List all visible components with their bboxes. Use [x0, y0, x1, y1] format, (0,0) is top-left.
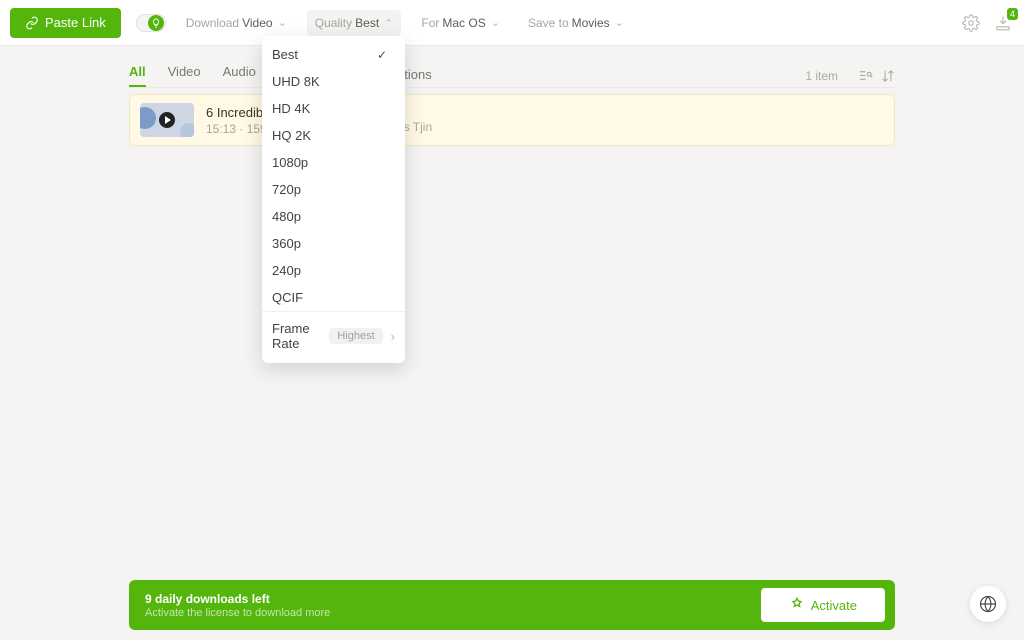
- settings-button[interactable]: [960, 12, 982, 34]
- quality-option-label: QCIF: [272, 290, 303, 305]
- quality-option-480p[interactable]: 480p: [262, 203, 405, 230]
- language-button[interactable]: [970, 586, 1006, 622]
- download-label: Download: [186, 16, 239, 30]
- quality-option-label: HD 4K: [272, 101, 310, 116]
- download-type-dropdown[interactable]: Download Video ⌄: [178, 10, 295, 36]
- tabs-row: All Video Audio Pla 1 item: [129, 64, 895, 88]
- bulb-icon: [148, 15, 164, 31]
- quality-option-label: Best: [272, 47, 298, 62]
- for-value: Mac OS: [442, 16, 485, 30]
- search-list-button[interactable]: [858, 68, 873, 83]
- quality-menu: Best ✓ UHD 8K HD 4K HQ 2K 1080p 720p 480…: [262, 36, 405, 363]
- chevron-up-icon: ⌄: [384, 16, 393, 29]
- auto-download-toggle[interactable]: [136, 14, 166, 32]
- banner-line2: Activate the license to download more: [145, 607, 330, 619]
- quality-value: Best: [355, 16, 379, 30]
- quality-option-hd4k[interactable]: HD 4K: [262, 95, 405, 122]
- quality-option-hq2k[interactable]: HQ 2K: [262, 122, 405, 149]
- frame-rate-submenu[interactable]: Frame Rate Highest ›: [262, 311, 405, 358]
- quality-option-uhd8k[interactable]: UHD 8K: [262, 68, 405, 95]
- gear-icon: [962, 14, 980, 32]
- quality-option-1080p[interactable]: 1080p: [262, 149, 405, 176]
- quality-option-label: 480p: [272, 209, 301, 224]
- video-thumbnail: [140, 103, 194, 137]
- item-count: 1 item: [805, 69, 838, 83]
- top-toolbar: Paste Link Download Video ⌄ Quality Best…: [0, 0, 1024, 46]
- quality-option-360p[interactable]: 360p: [262, 230, 405, 257]
- saveto-dropdown[interactable]: Save to Movies ⌄: [520, 10, 632, 36]
- quality-option-qcif[interactable]: QCIF: [262, 284, 405, 311]
- quality-option-label: 720p: [272, 182, 301, 197]
- search-list-icon: [858, 68, 873, 83]
- clipboard-link-icon: [25, 16, 39, 30]
- quality-option-label: UHD 8K: [272, 74, 320, 89]
- paste-link-label: Paste Link: [45, 15, 106, 30]
- chevron-down-icon: ⌄: [278, 16, 287, 29]
- frame-rate-label: Frame Rate: [272, 321, 321, 351]
- tab-audio[interactable]: Audio: [223, 64, 256, 87]
- activate-icon: [789, 597, 805, 613]
- download-list: 6 Incredible AI 15:13 · 159.4 M: [129, 94, 895, 146]
- tab-video[interactable]: Video: [168, 64, 201, 87]
- main-content: All Video Audio Pla 1 item 6 Incredible …: [0, 46, 1024, 146]
- paste-link-button[interactable]: Paste Link: [10, 8, 121, 38]
- chevron-down-icon: ⌄: [615, 16, 624, 29]
- license-banner: 9 daily downloads left Activate the lice…: [129, 580, 895, 630]
- sort-icon: [881, 69, 895, 83]
- sort-button[interactable]: [881, 69, 895, 83]
- tab-all[interactable]: All: [129, 64, 146, 87]
- quality-option-720p[interactable]: 720p: [262, 176, 405, 203]
- quality-option-label: 1080p: [272, 155, 308, 170]
- quality-option-label: HQ 2K: [272, 128, 311, 143]
- for-label: For: [421, 16, 439, 30]
- list-item[interactable]: 6 Incredible AI 15:13 · 159.4 M: [129, 94, 895, 146]
- saveto-value: Movies: [572, 16, 610, 30]
- activate-label: Activate: [811, 598, 857, 613]
- platform-dropdown[interactable]: For Mac OS ⌄: [413, 10, 508, 36]
- quality-label: Quality: [315, 16, 352, 30]
- queue-button[interactable]: 4: [992, 12, 1014, 34]
- play-icon: [159, 112, 175, 128]
- quality-option-label: 360p: [272, 236, 301, 251]
- activate-button[interactable]: Activate: [761, 588, 885, 622]
- frame-rate-value-chip: Highest: [329, 328, 382, 344]
- queue-count-badge: 4: [1007, 8, 1018, 20]
- check-icon: ✓: [377, 48, 387, 62]
- quality-option-240p[interactable]: 240p: [262, 257, 405, 284]
- quality-option-best[interactable]: Best ✓: [262, 41, 405, 68]
- chevron-right-icon: ›: [391, 329, 395, 344]
- globe-icon: [979, 595, 997, 613]
- quality-option-label: 240p: [272, 263, 301, 278]
- saveto-label: Save to: [528, 16, 569, 30]
- quality-dropdown[interactable]: Quality Best ⌄: [307, 10, 402, 36]
- download-value: Video: [242, 16, 272, 30]
- chevron-down-icon: ⌄: [491, 16, 500, 29]
- banner-line1: 9 daily downloads left: [145, 592, 330, 606]
